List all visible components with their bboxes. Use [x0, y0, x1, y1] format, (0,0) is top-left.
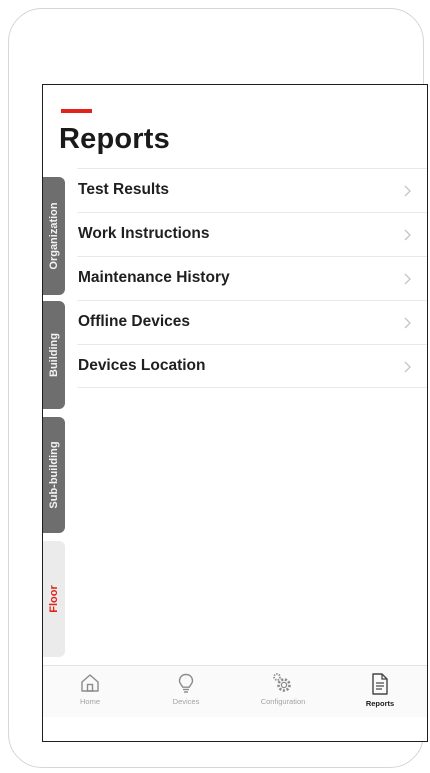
- menu-item-maintenance-history[interactable]: Maintenance History: [77, 256, 427, 300]
- chevron-right-icon: [404, 185, 411, 197]
- nav-label: Devices: [172, 697, 200, 706]
- report-document-icon: [372, 673, 388, 695]
- menu-item-label: Work Instructions: [78, 225, 210, 242]
- lightbulb-icon: [178, 673, 194, 693]
- menu-item-devices-location[interactable]: Devices Location: [77, 344, 427, 388]
- menu-item-test-results[interactable]: Test Results: [77, 168, 427, 212]
- side-tab-organization[interactable]: Organization: [43, 177, 65, 295]
- menu-item-offline-devices[interactable]: Offline Devices: [77, 300, 427, 344]
- nav-label: Home: [79, 697, 100, 706]
- menu-item-label: Maintenance History: [78, 269, 230, 286]
- title-accent-bar: [61, 109, 92, 113]
- home-icon: [81, 674, 99, 692]
- chevron-right-icon: [404, 361, 411, 373]
- chevron-right-icon: [404, 229, 411, 241]
- menu-item-work-instructions[interactable]: Work Instructions: [77, 212, 427, 256]
- nav-item-reports[interactable]: Reports: [345, 666, 415, 718]
- reports-menu: Test Results Work Instructions Maintenan…: [77, 168, 427, 388]
- nav-item-home[interactable]: Home: [57, 666, 123, 718]
- nav-item-configuration[interactable]: Configuration: [239, 666, 327, 718]
- side-tab-label: Floor: [48, 585, 60, 613]
- app-screen: Reports Test Results Work Instructions M…: [42, 84, 428, 742]
- phone-frame: Reports Test Results Work Instructions M…: [8, 8, 428, 768]
- menu-item-label: Offline Devices: [78, 313, 190, 330]
- chevron-right-icon: [404, 317, 411, 329]
- side-tab-label: Sub-building: [48, 441, 60, 509]
- bottom-navigation: Home Devices Configuration Reports: [43, 665, 427, 718]
- nav-label: Configuration: [260, 697, 306, 706]
- gear-icon: [273, 673, 291, 692]
- side-tab-building[interactable]: Building: [43, 301, 65, 409]
- bottom-safe-area: [43, 717, 427, 741]
- page-title: Reports: [59, 123, 170, 155]
- chevron-right-icon: [404, 273, 411, 285]
- nav-label: Reports: [365, 699, 395, 708]
- side-tab-floor[interactable]: Floor: [43, 541, 65, 657]
- side-tab-sub-building[interactable]: Sub-building: [43, 417, 65, 533]
- nav-item-devices[interactable]: Devices: [151, 666, 221, 718]
- side-tab-label: Organization: [48, 202, 60, 270]
- menu-item-label: Devices Location: [78, 357, 206, 374]
- side-tab-label: Building: [48, 333, 60, 377]
- menu-item-label: Test Results: [78, 181, 170, 198]
